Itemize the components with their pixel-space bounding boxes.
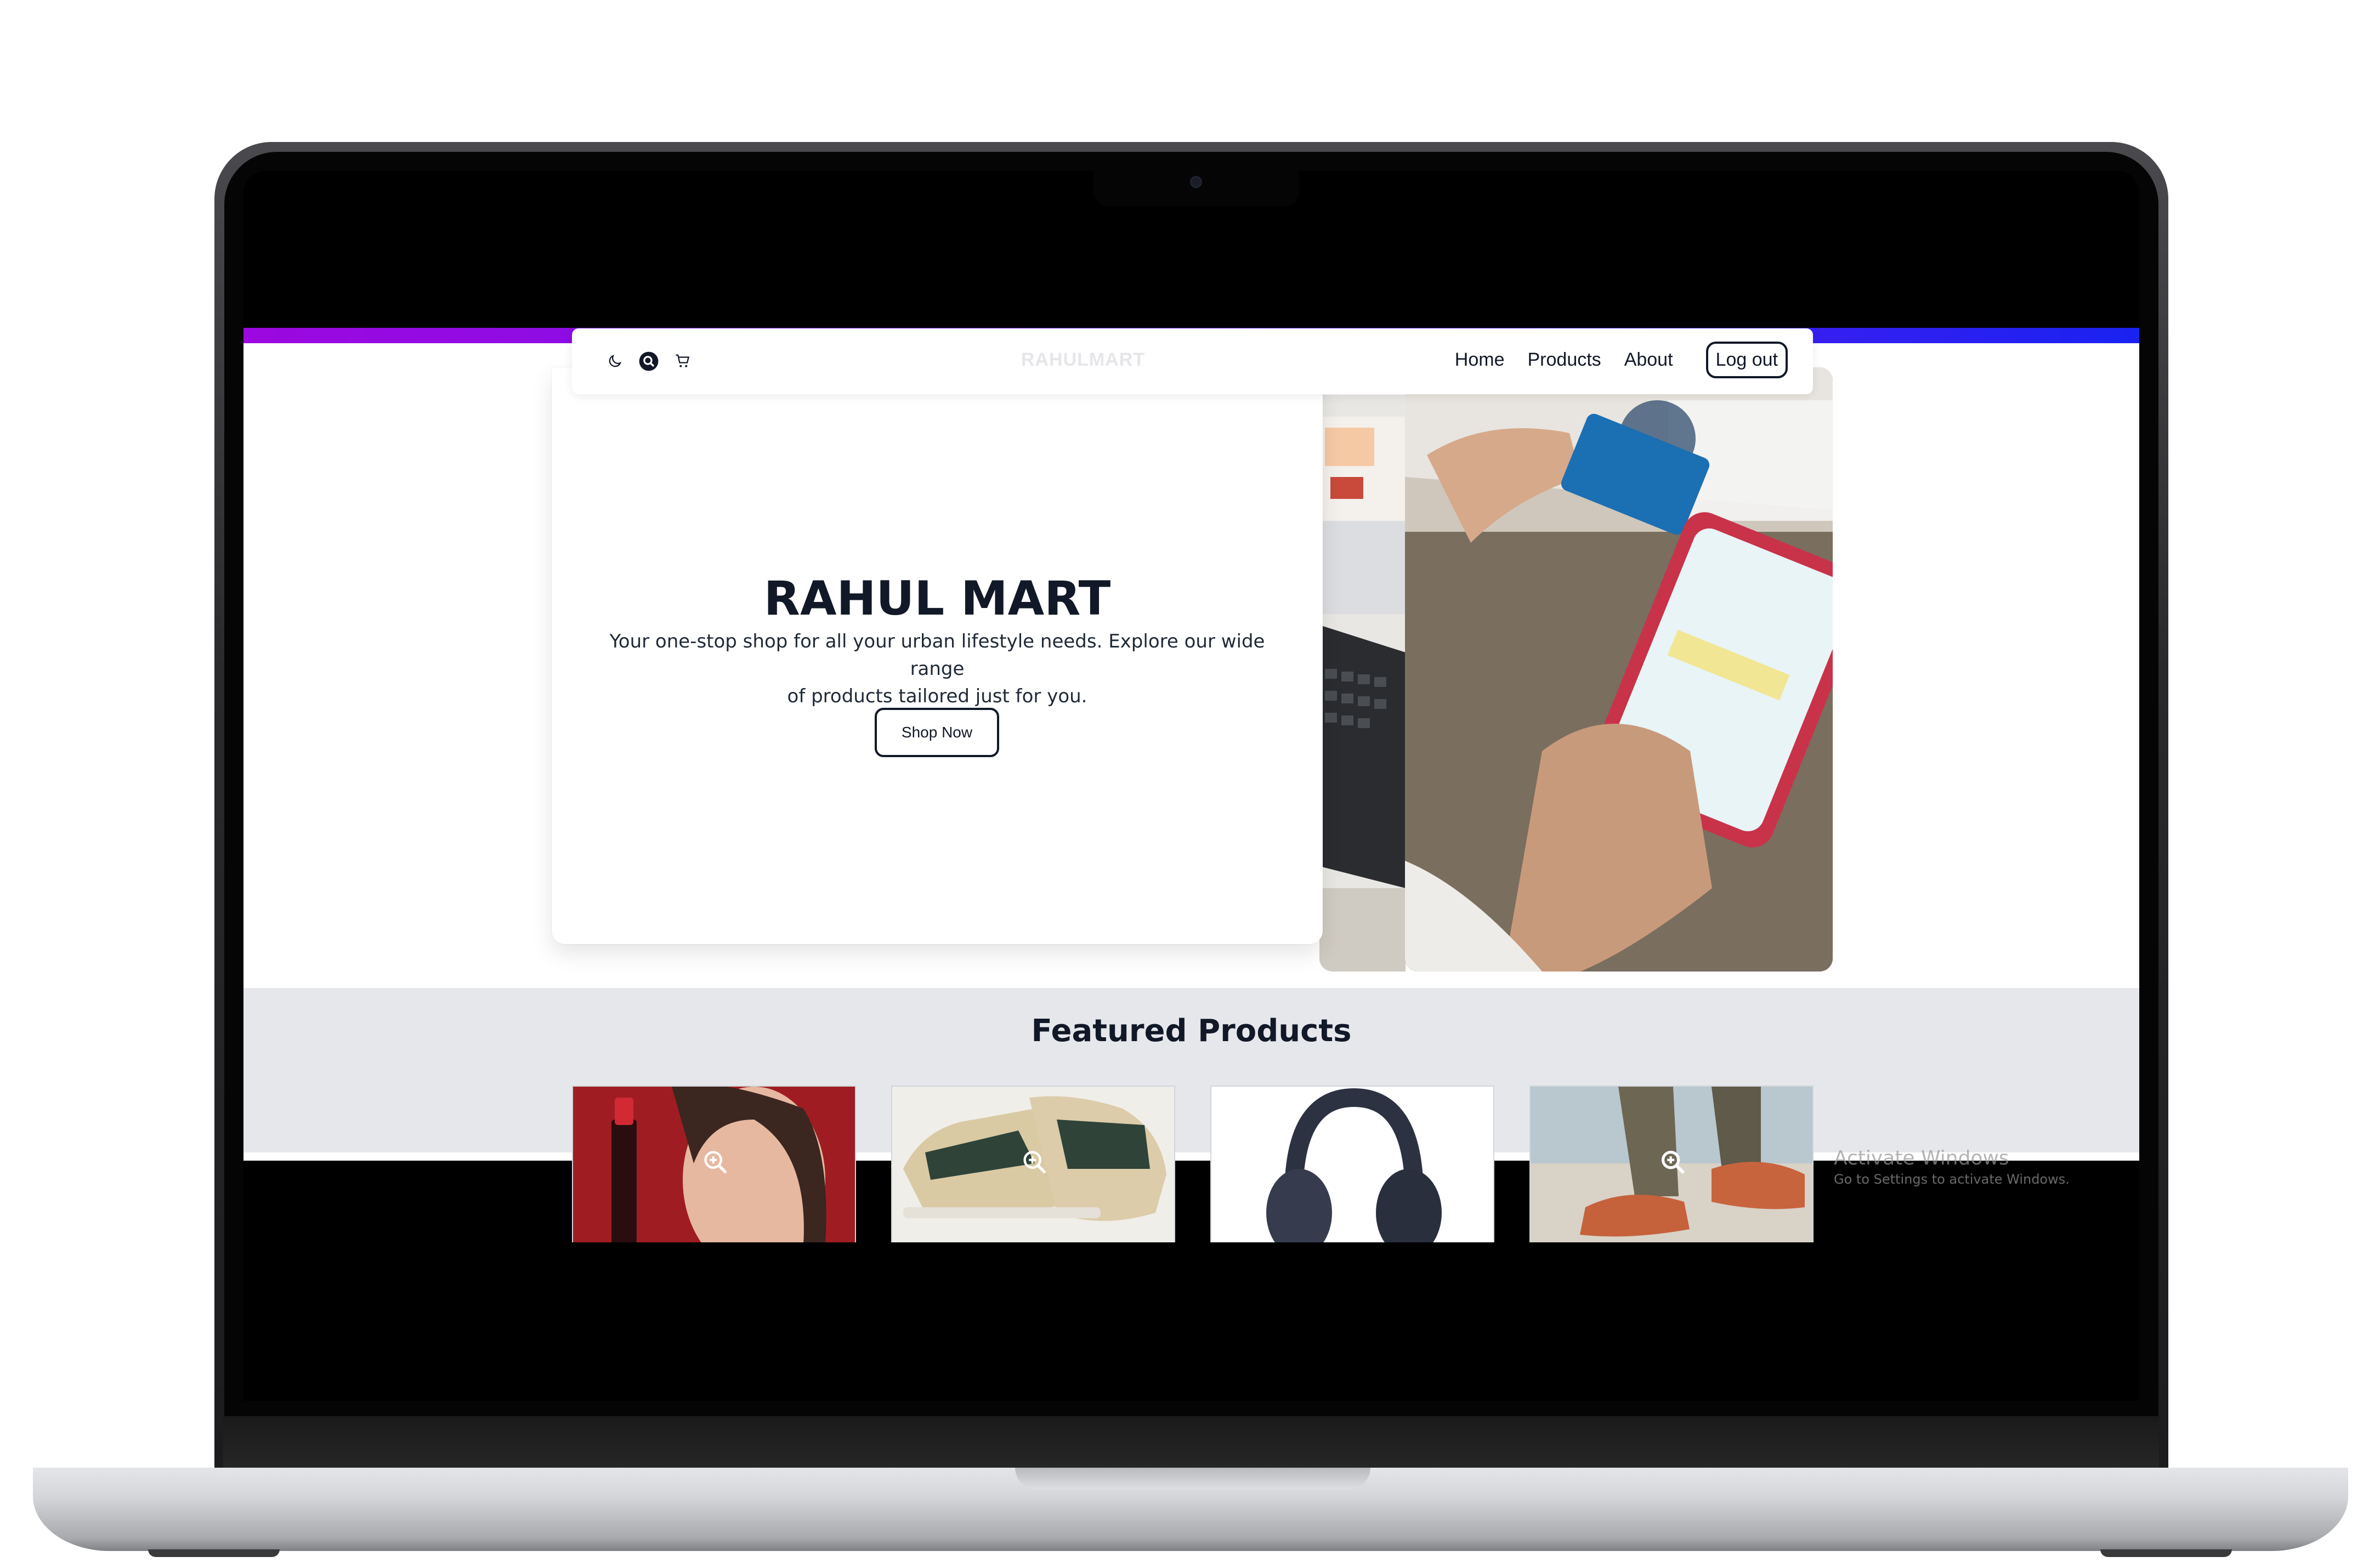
nav-link-about[interactable]: About (1624, 349, 1673, 371)
search-icon[interactable] (638, 350, 660, 372)
watermark-title: Activate Windows (1834, 1147, 2009, 1169)
product-card-casual-shoes[interactable] (1529, 1086, 1814, 1243)
zoom-in-icon[interactable] (1659, 1148, 1687, 1177)
laptop-screen: RAHULMART Home Products About Log out RA… (243, 171, 2139, 1401)
hero-subtitle-line-2: of products tailored just for you. (787, 685, 1087, 707)
hero-subtitle: Your one-stop shop for all your urban li… (585, 628, 1290, 710)
windows-activation-watermark: Activate Windows Go to Settings to activ… (1834, 1147, 2070, 1187)
webcam-icon (1190, 176, 1202, 188)
hero-phone-card-image (1405, 367, 1833, 972)
moon-icon[interactable] (604, 350, 626, 372)
laptop-opening-notch (1015, 1468, 1370, 1490)
hero-laptop-image (1319, 395, 1406, 972)
product-card-headphones[interactable] (1210, 1086, 1494, 1243)
laptop-foot-left (148, 1549, 280, 1557)
cart-icon[interactable] (672, 350, 694, 372)
top-navbar: RAHULMART Home Products About Log out (572, 328, 1813, 394)
featured-section (243, 988, 2139, 1152)
product-card-lipstick[interactable] (572, 1086, 856, 1243)
watermark-subtitle: Go to Settings to activate Windows. (1834, 1172, 2070, 1187)
laptop-foot-right (2100, 1549, 2232, 1557)
hero-card: RAHUL MART Your one-stop shop for all yo… (552, 367, 1323, 944)
laptop-chin (223, 1416, 2159, 1468)
nav-link-home[interactable]: Home (1455, 349, 1505, 371)
zoom-in-icon[interactable] (1021, 1148, 1049, 1177)
featured-products-title: Featured Products (1031, 1013, 1352, 1049)
hero-subtitle-line-1: Your one-stop shop for all your urban li… (609, 630, 1265, 680)
zoom-in-icon[interactable] (701, 1148, 730, 1177)
screen-black-area (243, 1242, 2139, 1401)
logout-button[interactable]: Log out (1705, 342, 1788, 378)
nav-links: Home Products About Log out (1455, 342, 1788, 378)
zoom-in-icon[interactable] (1340, 1148, 1368, 1177)
hero-title: RAHUL MART (763, 571, 1111, 626)
nav-link-products[interactable]: Products (1528, 349, 1601, 371)
product-card-sneakers[interactable] (891, 1086, 1175, 1243)
nav-icon-group (604, 350, 694, 372)
brand-logo[interactable]: RAHULMART (1017, 349, 1149, 371)
shop-now-button[interactable]: Shop Now (875, 708, 999, 757)
